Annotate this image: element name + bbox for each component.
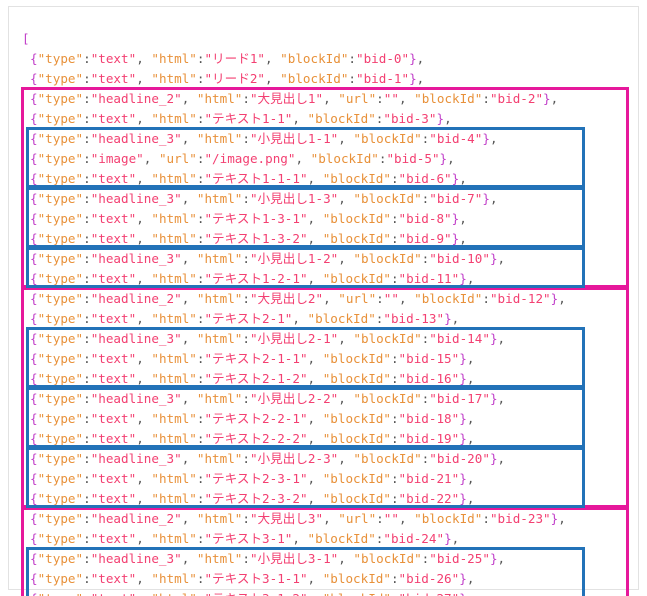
- colon: :: [83, 71, 91, 86]
- key-html: "html": [151, 51, 197, 66]
- headline3-group-box[interactable]: [26, 447, 585, 508]
- json-object-line[interactable]: {"type":"text", "html":"リード1", "blockId"…: [9, 49, 640, 69]
- headline3-group-box[interactable]: [26, 327, 585, 388]
- colon: :: [83, 51, 91, 66]
- trailing-comma: ,: [416, 71, 425, 86]
- colon: :: [348, 51, 356, 66]
- value-type: "text": [90, 71, 137, 86]
- open-brace: {: [30, 51, 38, 66]
- key-type: "type": [37, 51, 84, 66]
- close-brace: }: [409, 51, 417, 66]
- close-brace: }: [409, 71, 417, 86]
- key-type: "type": [37, 71, 84, 86]
- key-blockid: "blockId": [280, 71, 349, 86]
- bracket-glyph: [: [22, 31, 30, 46]
- value-html: "リード2": [204, 71, 265, 86]
- comma: ,: [136, 51, 152, 66]
- value-type: "text": [90, 51, 137, 66]
- headline3-group-box[interactable]: [26, 187, 585, 248]
- open-brace: {: [30, 71, 38, 86]
- headline3-group-box[interactable]: [26, 547, 585, 596]
- key-blockid: "blockId": [280, 51, 349, 66]
- colon: :: [348, 71, 356, 86]
- json-code-block[interactable]: [{"type":"text", "html":"リード1", "blockId…: [9, 7, 640, 596]
- headline3-group-box[interactable]: [26, 127, 585, 188]
- value-html: "リード1": [204, 51, 265, 66]
- json-array-bracket[interactable]: [: [9, 29, 640, 49]
- comma: ,: [264, 51, 281, 66]
- json-object-line[interactable]: {"type":"text", "html":"リード2", "blockId"…: [9, 69, 640, 89]
- headline3-group-box[interactable]: [26, 247, 585, 288]
- screenshot-root: [{"type":"text", "html":"リード1", "blockId…: [0, 0, 647, 596]
- comma: ,: [264, 71, 281, 86]
- trailing-comma: ,: [416, 51, 425, 66]
- comma: ,: [136, 71, 152, 86]
- headline3-group-box[interactable]: [26, 387, 585, 448]
- value-blockid: "bid-1": [356, 71, 410, 86]
- json-viewer-card: [{"type":"text", "html":"リード1", "blockId…: [8, 6, 640, 596]
- value-blockid: "bid-0": [356, 51, 410, 66]
- key-html: "html": [151, 71, 197, 86]
